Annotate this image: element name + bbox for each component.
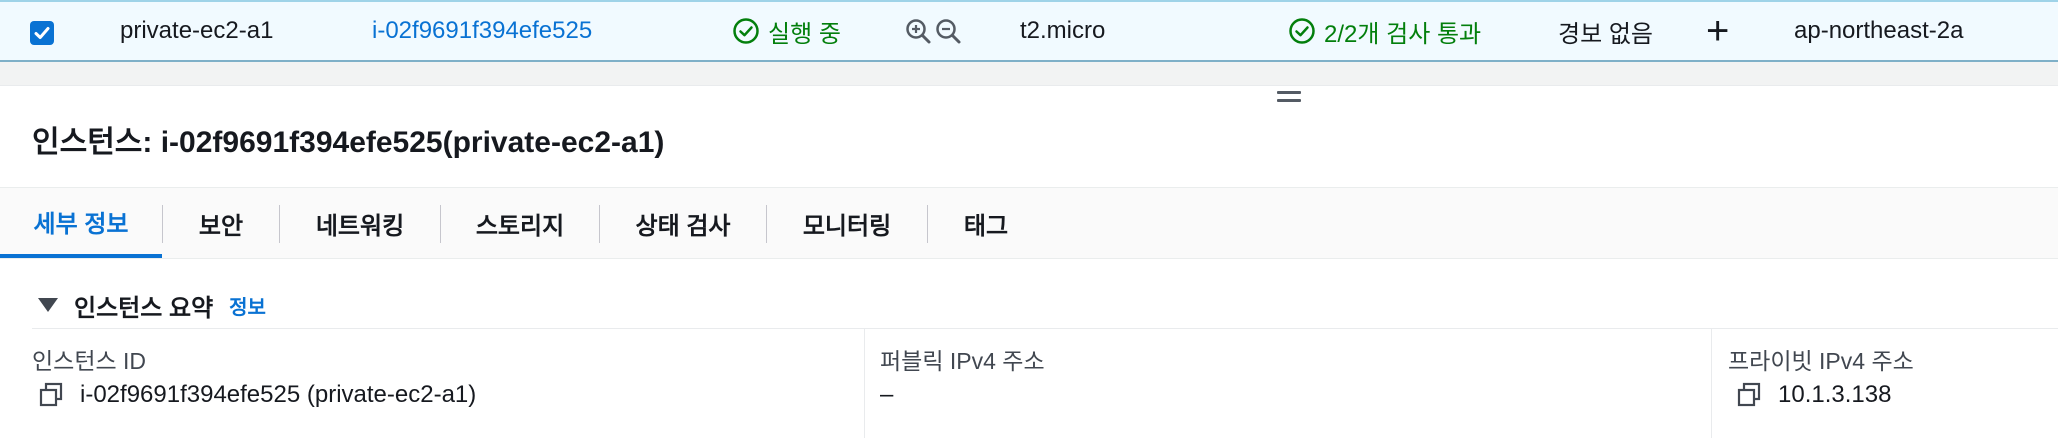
zoom-out-icon[interactable] <box>934 17 962 45</box>
copy-icon[interactable] <box>1736 382 1762 408</box>
checkbox-checked-icon[interactable] <box>30 21 54 45</box>
section-title: 인스턴스 요약 <box>74 294 214 322</box>
instance-state-label: 실행 중 <box>768 20 841 48</box>
tab-security[interactable]: 보안 <box>163 188 279 258</box>
instance-type: t2.micro <box>1020 17 1106 44</box>
instance-id-text: i-02f9691f394efe525 (private-ec2-a1) <box>80 381 477 408</box>
tab-monitoring[interactable]: 모니터링 <box>767 188 927 258</box>
tab-tags[interactable]: 태그 <box>928 188 1044 258</box>
column-divider <box>1711 329 1712 438</box>
split-panel-divider <box>0 62 2058 86</box>
tab-storage[interactable]: 스토리지 <box>441 188 599 258</box>
success-check-icon <box>733 18 759 44</box>
instance-id-link[interactable]: i-02f9691f394efe525 <box>372 2 592 60</box>
info-link[interactable]: 정보 <box>229 291 266 320</box>
status-check: 2/2개 검사 통과 <box>1288 2 1481 60</box>
tab-details[interactable]: 세부 정보 <box>0 188 162 258</box>
caret-down-icon[interactable] <box>38 298 58 312</box>
public-ipv4-label: 퍼블릭 IPv4 주소 <box>880 348 1045 374</box>
instance-row-selected[interactable]: private-ec2-a1 i-02f9691f394efe525 실행 중 … <box>0 0 2058 62</box>
zoom-controls <box>904 2 962 60</box>
section-divider <box>32 328 2058 329</box>
page-title: 인스턴스: i-02f9691f394efe525(private-ec2-a1… <box>32 126 665 159</box>
add-alarm-button[interactable]: + <box>1706 2 1729 60</box>
alarm-status: 경보 없음 <box>1558 20 1653 48</box>
column-divider <box>864 329 865 438</box>
instance-state: 실행 중 <box>732 2 841 60</box>
instance-id-value: i-02f9691f394efe525 (private-ec2-a1) <box>38 381 476 409</box>
private-ipv4-text: 10.1.3.138 <box>1778 381 1892 408</box>
public-ipv4-value: – <box>880 381 894 408</box>
zoom-in-icon[interactable] <box>904 17 932 45</box>
private-ipv4-label: 프라이빗 IPv4 주소 <box>1728 348 1914 374</box>
success-check-icon <box>1289 18 1315 44</box>
instance-name: private-ec2-a1 <box>120 17 274 44</box>
availability-zone: ap-northeast-2a <box>1794 17 1964 44</box>
private-ipv4-value: 10.1.3.138 <box>1736 381 1891 409</box>
instance-id-label: 인스턴스 ID <box>32 348 147 374</box>
copy-icon[interactable] <box>38 382 64 408</box>
tab-networking[interactable]: 네트워킹 <box>280 188 440 258</box>
drag-handle-icon[interactable] <box>1277 91 1301 109</box>
tab-status-checks[interactable]: 상태 검사 <box>600 188 766 258</box>
status-check-label: 2/2개 검사 통과 <box>1324 20 1482 48</box>
instance-summary-header[interactable]: 인스턴스 요약 정보 <box>38 290 266 322</box>
details-tabs: 세부 정보 보안 네트워킹 스토리지 상태 검사 모니터링 태그 <box>0 187 2058 259</box>
